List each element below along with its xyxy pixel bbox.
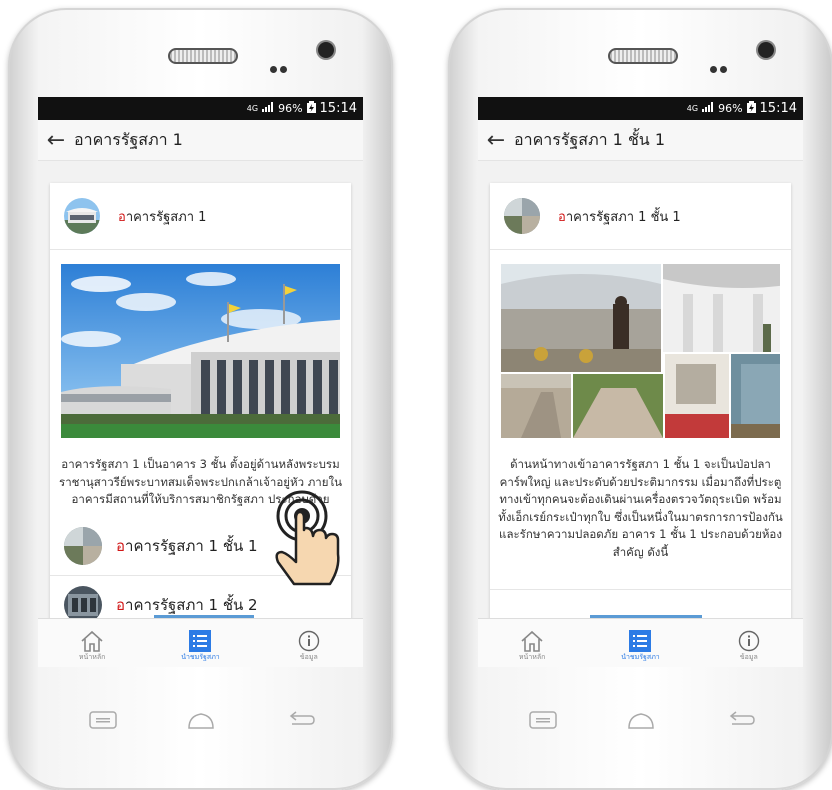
home-key-icon[interactable] (626, 708, 656, 732)
back-key-icon[interactable] (726, 708, 756, 732)
tap-hand-icon (268, 482, 348, 596)
back-arrow-icon[interactable]: ← (38, 128, 74, 153)
home-key-icon[interactable] (186, 708, 216, 732)
earpiece-speaker (168, 48, 238, 64)
battery-percent: 96% (718, 102, 743, 115)
nav-info[interactable]: ข้อมูล (255, 619, 363, 667)
clock: 15:14 (319, 101, 357, 116)
nav-active-indicator (590, 615, 702, 618)
soft-keys (448, 708, 832, 748)
app-bar: ← อาคารรัฐสภา 1 ชั้น 1 (478, 120, 803, 161)
nav-info[interactable]: ข้อมูล (695, 619, 803, 667)
sensor-dot (720, 66, 727, 73)
card-header-title: อาคารรัฐสภา 1 ชั้น 1 (558, 209, 681, 225)
card-header: อาคารรัฐสภา 1 (50, 183, 351, 250)
soft-keys (8, 708, 393, 748)
battery-icon (306, 101, 316, 116)
front-camera (318, 42, 334, 58)
front-camera (758, 42, 774, 58)
avatar (64, 585, 102, 619)
signal-icon (262, 102, 274, 115)
nav-home-label: หน้าหลัก (518, 653, 546, 661)
back-arrow-icon[interactable]: ← (478, 128, 514, 153)
avatar (64, 526, 102, 565)
sensor-dot (270, 66, 277, 73)
bottom-navigation: หน้าหลัก นำชมรัฐสภา ข้อมูล (478, 615, 803, 667)
avatar (504, 198, 540, 234)
list-item-title: อาคารรัฐสภา 1 ชั้น 1 (116, 536, 258, 555)
menu-key-icon[interactable] (528, 708, 558, 732)
phone-frame-right: 4G 96% 15:14 ← อาคารรัฐสภา 1 ชั้น 1 อาคา… (448, 8, 832, 790)
earpiece-speaker (608, 48, 678, 64)
back-key-icon[interactable] (286, 708, 316, 732)
card-header-title: อาคารรัฐสภา 1 (118, 209, 207, 225)
status-bar: 4G 96% 15:14 (38, 97, 363, 120)
menu-key-icon[interactable] (88, 708, 118, 732)
nav-home[interactable]: หน้าหลัก (478, 619, 586, 667)
bottom-navigation: หน้าหลัก นำชมรัฐสภา ข้อมูล (38, 615, 363, 667)
screen: 4G 96% 15:14 ← อาคารรัฐสภา 1 ชั้น 1 อาคา… (478, 97, 803, 667)
network-indicator: 4G (246, 104, 259, 113)
list-icon (629, 630, 652, 652)
sensor-dot (710, 66, 717, 73)
nav-active-indicator (154, 615, 254, 618)
network-indicator: 4G (686, 104, 699, 113)
sensor-dot (280, 66, 287, 73)
info-icon (738, 630, 760, 652)
nav-home-label: หน้าหลัก (78, 653, 106, 661)
divider (490, 561, 791, 590)
card-header: อาคารรัฐสภา 1 ชั้น 1 (490, 183, 791, 250)
nav-home[interactable]: หน้าหลัก (38, 619, 146, 667)
content-area[interactable]: อาคารรัฐสภา 1 ชั้น 1 ด้านหน้าทางเข้าอาคา… (478, 161, 803, 619)
signal-icon (702, 102, 714, 115)
nav-tour[interactable]: นำชมรัฐสภา (586, 619, 694, 667)
building-photo (61, 264, 340, 438)
battery-percent: 96% (278, 102, 303, 115)
nav-tour[interactable]: นำชมรัฐสภา (146, 619, 254, 667)
avatar (64, 198, 100, 234)
page-title: อาคารรัฐสภา 1 ชั้น 1 (514, 129, 666, 149)
nav-info-label: ข้อมูล (299, 653, 318, 661)
info-icon (298, 630, 320, 652)
nav-info-label: ข้อมูล (739, 653, 758, 661)
list-item-title: อาคารรัฐสภา 1 ชั้น 2 (116, 595, 258, 614)
nav-tour-label: นำชมรัฐสภา (621, 653, 660, 661)
home-icon (81, 630, 103, 652)
clock: 15:14 (759, 101, 797, 116)
screen: 4G 96% 15:14 ← อาคารรัฐสภา 1 อาคารรัฐสภา… (38, 97, 363, 667)
list-icon (189, 630, 212, 652)
status-bar: 4G 96% 15:14 (478, 97, 803, 120)
phone-frame-left: 4G 96% 15:14 ← อาคารรัฐสภา 1 อาคารรัฐสภา… (8, 8, 393, 790)
floor-photo-collage (501, 264, 780, 438)
app-bar: ← อาคารรัฐสภา 1 (38, 120, 363, 161)
card-description: ด้านหน้าทางเข้าอาคารรัฐสภา 1 ชั้น 1 จะเป… (498, 457, 783, 559)
floor-card: อาคารรัฐสภา 1 ชั้น 1 ด้านหน้าทางเข้าอาคา… (490, 183, 791, 619)
nav-tour-label: นำชมรัฐสภา (181, 653, 220, 661)
page-title: อาคารรัฐสภา 1 (74, 129, 183, 149)
home-icon (521, 630, 543, 652)
battery-icon (746, 101, 756, 116)
